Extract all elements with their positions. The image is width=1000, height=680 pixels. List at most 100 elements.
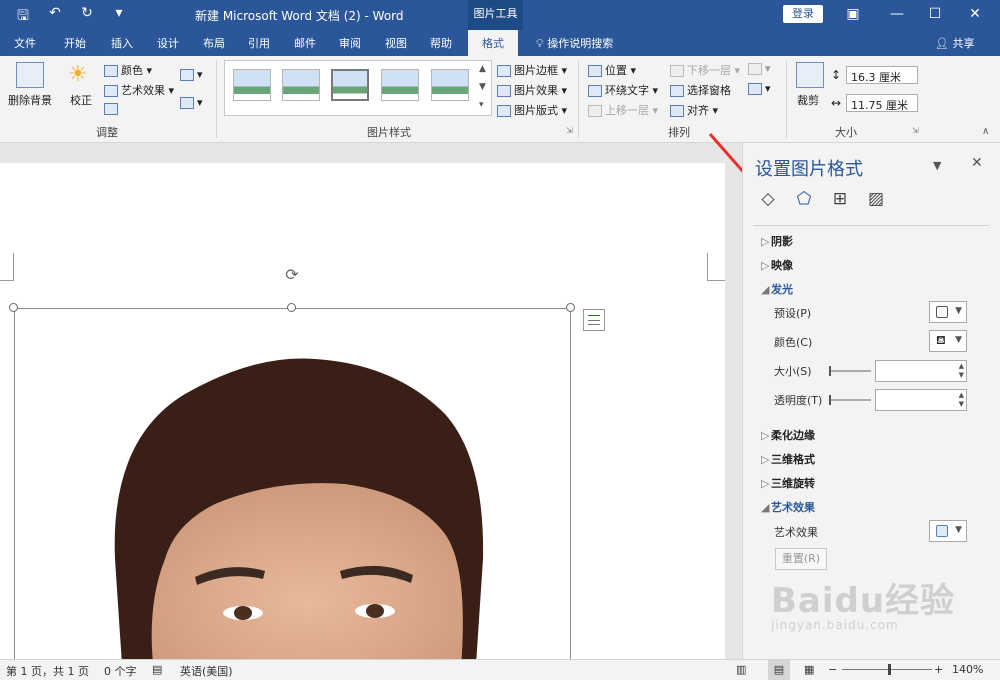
picture-style-thumb[interactable] [381, 69, 419, 101]
picture-effects-button[interactable]: 图片效果 ▾ [497, 82, 567, 98]
language[interactable]: 英语(美国) [180, 663, 233, 679]
section-glow[interactable]: ◢ 发光 [761, 281, 793, 297]
share-button[interactable]: 👤︎ 共享 [935, 35, 974, 51]
document-page[interactable]: ⟳ [0, 163, 725, 679]
compress-icon [180, 69, 194, 81]
align-button[interactable]: 对齐 ▾ [670, 102, 718, 118]
layout-options-icon[interactable] [583, 309, 605, 331]
effects-pentagon-icon[interactable]: ⬠ [793, 189, 815, 209]
width-input[interactable]: 11.75 厘米 [846, 94, 918, 112]
picture-style-thumb[interactable] [233, 69, 271, 101]
remove-background-icon[interactable] [16, 62, 44, 88]
web-layout-icon[interactable]: ▦ [804, 663, 814, 676]
section-soft-edges[interactable]: ▷ 柔化边缘 [761, 427, 815, 443]
selection-pane-icon [670, 85, 684, 97]
tab-view[interactable]: 视图 [385, 35, 407, 51]
pane-options-icon[interactable]: ▼ [933, 159, 941, 172]
minimize-icon[interactable]: — [886, 4, 908, 24]
section-artistic-effects[interactable]: ◢ 艺术效果 [761, 499, 815, 515]
remove-background-button[interactable]: 删除背景 [8, 92, 52, 108]
resize-handle[interactable] [566, 303, 575, 312]
picture-style-thumb[interactable] [431, 69, 469, 101]
print-layout-icon[interactable]: ▤ [768, 660, 790, 680]
glow-preset-dropdown[interactable]: ▼ [929, 301, 967, 323]
picture-layout-button[interactable]: 图片版式 ▾ [497, 102, 567, 118]
login-button[interactable]: 登录 [783, 5, 823, 23]
color-button[interactable]: 颜色 ▾ [104, 62, 152, 78]
size-dialog-launcher-icon[interactable]: ⇲ [912, 126, 919, 135]
gallery-scroll-icon[interactable]: ▲ ▼ ▾ [479, 60, 486, 114]
wrap-text-button[interactable]: 环绕文字 ▾ [588, 82, 658, 98]
ribbon-display-options-icon[interactable]: ▣ [842, 4, 864, 24]
transparency-button[interactable] [104, 102, 121, 115]
tell-me-search[interactable]: 💡︎ 操作说明搜索 [536, 35, 613, 51]
close-window-icon[interactable]: ✕ [964, 4, 986, 24]
spin-down-icon[interactable]: ▼ [959, 400, 964, 408]
word-count[interactable]: 0 个字 [104, 663, 137, 679]
glow-size-slider[interactable] [829, 366, 871, 376]
zoom-level[interactable]: 140% [952, 663, 983, 676]
glow-transparency-slider[interactable] [829, 395, 871, 405]
layout-properties-icon[interactable]: ⊞ [829, 189, 851, 209]
correct-button[interactable]: 校正 [70, 92, 92, 108]
resize-handle[interactable] [287, 303, 296, 312]
zoom-slider[interactable] [842, 669, 932, 670]
glow-color-dropdown[interactable]: ⛾ ▼ [929, 330, 967, 352]
spin-down-icon[interactable]: ▼ [959, 371, 964, 379]
customize-qat-icon[interactable]: ▾ [110, 5, 128, 29]
selection-pane-button[interactable]: 选择窗格 [670, 82, 731, 98]
tab-help[interactable]: 帮助 [430, 35, 452, 51]
rotate-handle-icon[interactable]: ⟳ [283, 266, 301, 284]
glow-transparency-input[interactable]: ▲ ▼ [875, 389, 967, 411]
artistic-effects-button[interactable]: 艺术效果 ▾ [104, 82, 174, 98]
compress-pictures-button[interactable]: ▾ [180, 68, 203, 81]
crop-icon[interactable] [796, 62, 824, 88]
selected-picture[interactable] [14, 308, 571, 679]
section-shadow[interactable]: ▷ 阴影 [761, 233, 793, 249]
styles-dialog-launcher-icon[interactable]: ⇲ [566, 126, 573, 135]
tab-layout[interactable]: 布局 [203, 35, 225, 51]
section-reflection[interactable]: ▷ 映像 [761, 257, 793, 273]
save-icon[interactable]: 🖫 [14, 5, 32, 29]
rotate-button[interactable]: ▾ [748, 82, 771, 95]
glow-size-input[interactable]: ▲ ▼ [875, 360, 967, 382]
picture-style-thumb[interactable] [282, 69, 320, 101]
bring-forward-button[interactable]: 上移一层 ▾ [588, 102, 658, 118]
read-mode-icon[interactable]: ▥ [736, 663, 746, 676]
tab-home[interactable]: 开始 [64, 35, 86, 51]
tab-review[interactable]: 审阅 [339, 35, 361, 51]
proofing-icon[interactable]: ▤ [152, 663, 162, 676]
picture-border-button[interactable]: 图片边框 ▾ [497, 62, 567, 78]
resize-handle[interactable] [9, 303, 18, 312]
page-count[interactable]: 第 1 页，共 1 页 [6, 663, 89, 679]
zoom-out-icon[interactable]: − [828, 663, 837, 676]
crop-button[interactable]: 裁剪 [797, 92, 819, 108]
tab-file[interactable]: 文件 [14, 35, 36, 51]
pane-close-icon[interactable]: ✕ [971, 155, 983, 171]
send-backward-button[interactable]: 下移一层 ▾ [670, 62, 740, 78]
spin-up-icon[interactable]: ▲ [959, 391, 964, 399]
section-3d-rotation[interactable]: ▷ 三维旋转 [761, 475, 815, 491]
collapse-ribbon-icon[interactable]: ∧ [982, 126, 989, 137]
tab-insert[interactable]: 插入 [111, 35, 133, 51]
change-picture-button[interactable]: ▾ [180, 96, 203, 109]
tab-format[interactable]: 格式 [468, 30, 518, 56]
picture-icon[interactable]: ▨ [865, 189, 887, 209]
tab-mailings[interactable]: 邮件 [294, 35, 316, 51]
zoom-in-icon[interactable]: + [934, 663, 943, 676]
fill-line-icon[interactable]: ◇ [757, 189, 779, 209]
artistic-effects-dropdown[interactable]: ▼ [929, 520, 967, 542]
group-objects-button[interactable]: ▾ [748, 62, 771, 75]
redo-icon[interactable]: ↻ [78, 5, 96, 29]
picture-style-thumb[interactable] [331, 69, 369, 101]
maximize-icon[interactable]: ☐ [924, 4, 946, 24]
tab-design[interactable]: 设计 [157, 35, 179, 51]
height-input[interactable]: 16.3 厘米 [846, 66, 918, 84]
position-button[interactable]: 位置 ▾ [588, 62, 636, 78]
spin-up-icon[interactable]: ▲ [959, 362, 964, 370]
undo-icon[interactable]: ↶ [46, 5, 64, 29]
section-3d-format[interactable]: ▷ 三维格式 [761, 451, 815, 467]
zoom-slider-thumb[interactable] [888, 664, 891, 675]
reset-button[interactable]: 重置(R) [775, 548, 827, 570]
tab-references[interactable]: 引用 [248, 35, 270, 51]
